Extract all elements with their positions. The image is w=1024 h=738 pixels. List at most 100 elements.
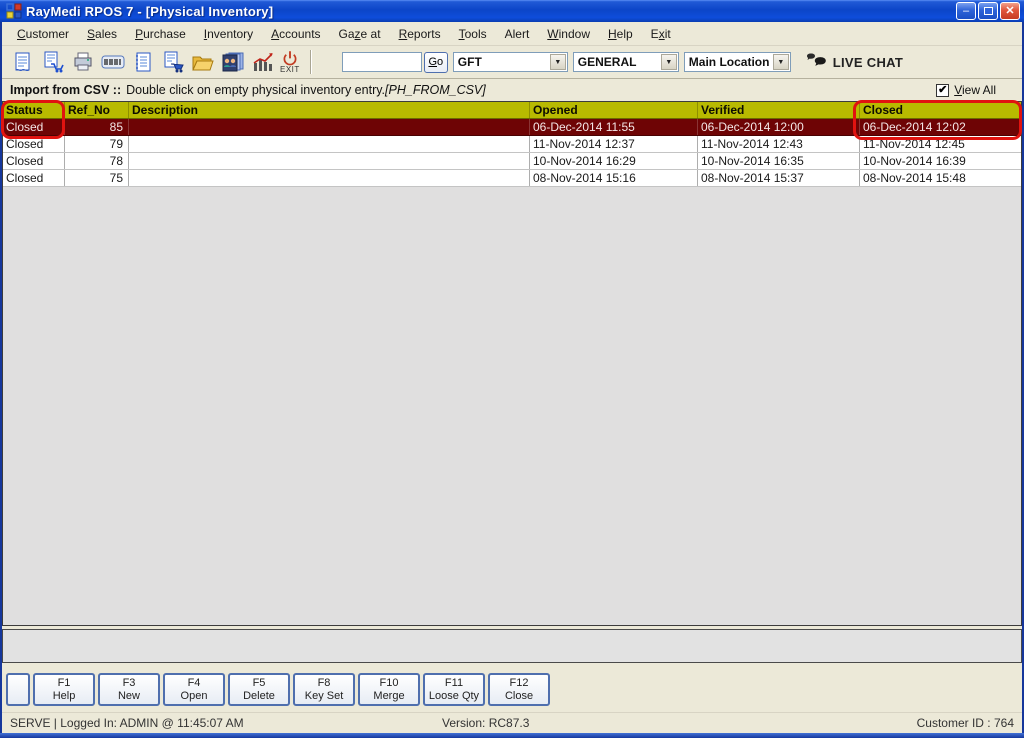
column-header-closed[interactable]: Closed: [860, 102, 1021, 118]
table-row[interactable]: Closed 79 11-Nov-2014 12:37 11-Nov-2014 12:…: [3, 136, 1021, 153]
status-version: Version: RC87.3: [442, 716, 530, 730]
app-logo-icon: [6, 3, 22, 19]
chat-bubbles-icon: [806, 53, 826, 66]
cell-ref_no: 75: [65, 170, 129, 186]
table-header-row: Status Ref_No Description Opened Verified Clo…: [3, 102, 1021, 119]
cell-status: Closed: [3, 119, 65, 135]
live-chat-button[interactable]: LIVE CHAT: [805, 53, 903, 71]
chevron-down-icon: ▼: [549, 54, 566, 70]
menu-item-purchase[interactable]: Purchase: [126, 24, 195, 44]
fkey-f8-key-set-button[interactable]: F8 Key Set: [293, 672, 355, 706]
column-header-verified[interactable]: Verified: [698, 102, 860, 118]
cell-status: Closed: [3, 170, 65, 186]
open-folder-icon[interactable]: [190, 48, 216, 76]
fkey-f12-close-button[interactable]: F12 Close: [488, 672, 550, 706]
app-window: RayMedi RPOS 7 - [Physical Inventory] – …: [0, 0, 1024, 738]
window-title: RayMedi RPOS 7 - [Physical Inventory]: [26, 3, 274, 19]
menu-bar: Customer Sales Purchase Inventory Accounts Ga…: [2, 22, 1022, 46]
live-chat-label: LIVE CHAT: [832, 54, 904, 70]
sales-cart-icon[interactable]: [40, 48, 66, 76]
status-logged-in: SERVE | Logged In: ADMIN @ 11:45:07 AM: [10, 716, 244, 730]
cell-opened: 11-Nov-2014 12:37: [530, 136, 698, 152]
sales-chart-icon[interactable]: [250, 48, 276, 76]
ledger-icon[interactable]: [130, 48, 156, 76]
info-bar: Import from CSV :: Double click on empty…: [2, 79, 1022, 101]
menu-item-inventory[interactable]: Inventory: [195, 24, 262, 44]
cell-opened: 06-Dec-2014 11:55: [530, 119, 698, 135]
status-bar: SERVE | Logged In: ADMIN @ 11:45:07 AM V…: [2, 712, 1022, 733]
category-dropdown-value: GENERAL: [577, 55, 637, 69]
minimize-button[interactable]: –: [956, 2, 976, 20]
info-code: [PH_FROM_CSV]: [385, 83, 486, 97]
menu-item-gaze-at[interactable]: Gaze at: [330, 24, 390, 44]
close-button[interactable]: ✕: [1000, 2, 1020, 20]
category-dropdown[interactable]: GENERAL ▼: [572, 52, 679, 72]
menu-item-customer[interactable]: Customer: [8, 24, 78, 44]
cell-status: Closed: [3, 153, 65, 169]
inventory-table: Status Ref_No Description Opened Verified Clo…: [2, 101, 1022, 626]
table-row[interactable]: Closed 85 06-Dec-2014 11:55 06-Dec-2014 12:…: [3, 119, 1021, 136]
printer-icon[interactable]: [70, 48, 96, 76]
search-input[interactable]: [341, 52, 422, 72]
cell-closed: 08-Nov-2014 15:48: [863, 171, 966, 185]
column-header-opened[interactable]: Opened: [530, 102, 698, 118]
restore-button[interactable]: [978, 2, 998, 20]
function-key-bar: F1 Help F3 New F4 Open F5 Delete F8 Key Set F10 Mer…: [2, 666, 1022, 712]
table-body: Closed 85 06-Dec-2014 11:55 06-Dec-2014 12:…: [3, 119, 1021, 187]
menu-item-accounts[interactable]: Accounts: [262, 24, 329, 44]
fkey-f11-loose-qty-button[interactable]: F11 Loose Qty: [423, 672, 485, 706]
cell-verified: 10-Nov-2014 16:35: [698, 153, 860, 169]
restore-icon: [983, 7, 993, 15]
menu-item-reports[interactable]: Reports: [390, 24, 450, 44]
users-icon[interactable]: [220, 48, 246, 76]
cell-closed: 10-Nov-2014 16:39: [863, 154, 966, 168]
fkey-f3-new-button[interactable]: F3 New: [98, 672, 160, 706]
chevron-down-icon: ▼: [660, 54, 677, 70]
toolbar: EXIT Go GFT ▼ GENERAL ▼ Main Location ▼ …: [2, 46, 1022, 79]
menu-item-help[interactable]: Help: [599, 24, 642, 44]
menu-item-exit[interactable]: Exit: [642, 24, 680, 44]
go-button[interactable]: Go: [423, 51, 448, 73]
cell-closed: 06-Dec-2014 12:02: [863, 120, 966, 134]
fkey-f1-help-button[interactable]: F1 Help: [33, 672, 95, 706]
title-bar: RayMedi RPOS 7 - [Physical Inventory] – …: [0, 0, 1024, 22]
info-title: Import from CSV ::: [10, 83, 122, 97]
chevron-down-icon: ▼: [772, 54, 789, 70]
cell-opened: 08-Nov-2014 15:16: [530, 170, 698, 186]
barcode-icon[interactable]: [100, 48, 126, 76]
cell-description: [129, 119, 530, 135]
window-frame-bottom: [0, 733, 1024, 738]
invoice-icon[interactable]: [10, 48, 36, 76]
column-header-description[interactable]: Description: [129, 102, 530, 118]
view-all-checkbox[interactable]: ✔: [936, 83, 950, 97]
menu-item-sales[interactable]: Sales: [78, 24, 126, 44]
lower-panel: [2, 629, 1022, 663]
fkey-blank-button[interactable]: [6, 672, 30, 706]
status-customer-id: Customer ID : 764: [916, 716, 1014, 730]
info-message: Double click on empty physical inventory…: [126, 83, 386, 97]
fkey-f4-open-button[interactable]: F4 Open: [163, 672, 225, 706]
fkey-f10-merge-button[interactable]: F10 Merge: [358, 672, 420, 706]
purchase-cart-icon[interactable]: [160, 48, 186, 76]
cell-closed: 11-Nov-2014 12:45: [863, 137, 965, 151]
column-header-ref_no[interactable]: Ref_No: [65, 102, 129, 118]
exit-button[interactable]: EXIT: [280, 50, 300, 74]
company-dropdown[interactable]: GFT ▼: [452, 52, 568, 72]
cell-opened: 10-Nov-2014 16:29: [530, 153, 698, 169]
location-dropdown[interactable]: Main Location ▼: [683, 52, 791, 72]
cell-verified: 11-Nov-2014 12:43: [698, 136, 860, 152]
menu-item-alert[interactable]: Alert: [496, 24, 539, 44]
menu-item-window[interactable]: Window: [538, 24, 599, 44]
menu-item-tools[interactable]: Tools: [450, 24, 496, 44]
view-all-toggle[interactable]: ✔ View All: [936, 83, 996, 97]
fkey-f5-delete-button[interactable]: F5 Delete: [228, 672, 290, 706]
view-all-label: View All: [954, 83, 996, 97]
table-row[interactable]: Closed 78 10-Nov-2014 16:29 10-Nov-2014 16:…: [3, 153, 1021, 170]
cell-verified: 08-Nov-2014 15:37: [698, 170, 860, 186]
table-row[interactable]: Closed 75 08-Nov-2014 15:16 08-Nov-2014 15:…: [3, 170, 1021, 187]
cell-ref_no: 85: [65, 119, 129, 135]
cell-description: [129, 153, 530, 169]
cell-ref_no: 78: [65, 153, 129, 169]
cell-description: [129, 170, 530, 186]
column-header-status[interactable]: Status: [3, 102, 65, 118]
